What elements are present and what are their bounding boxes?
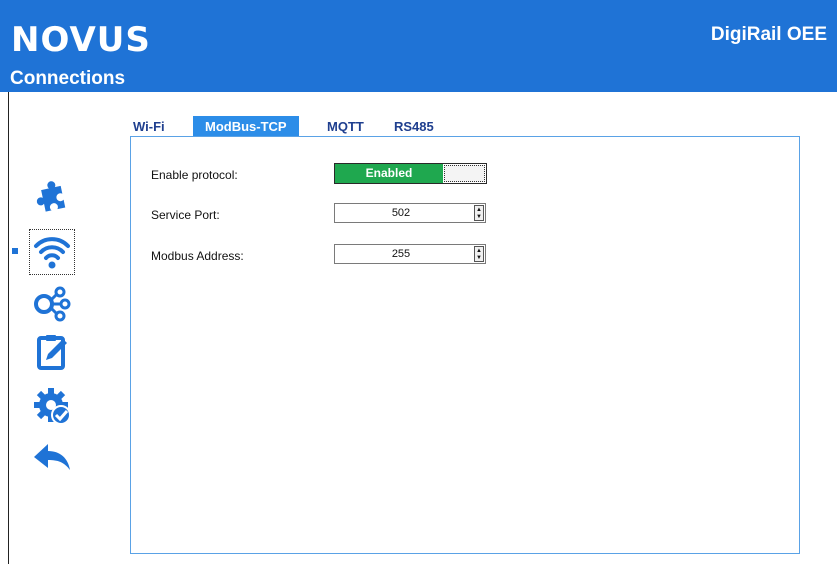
novus-logo: NOVUS	[11, 20, 151, 60]
page-title: Connections	[10, 68, 126, 89]
tab-mqtt[interactable]: MQTT	[327, 116, 364, 137]
enable-protocol-label: Enable protocol:	[151, 168, 238, 182]
modbus-address-value[interactable]: 255	[335, 245, 467, 263]
modbus-address-spinbox[interactable]: 255 ▲ ▼	[334, 244, 486, 264]
increment-arrow-icon[interactable]: ▲	[475, 206, 483, 213]
wifi-icon[interactable]	[29, 229, 75, 275]
puzzle-icon[interactable]	[30, 176, 74, 220]
toggle-knob[interactable]	[444, 165, 485, 182]
share-nodes-icon[interactable]	[30, 280, 74, 324]
modbus-address-label: Modbus Address:	[151, 249, 244, 263]
service-port-value[interactable]: 502	[335, 204, 467, 222]
service-port-stepper[interactable]: ▲ ▼	[474, 205, 484, 221]
clipboard-edit-icon[interactable]	[30, 330, 74, 374]
header-bar: NOVUS Connections DigiRail OEE	[0, 0, 837, 92]
settings-panel	[130, 136, 800, 554]
modbus-address-stepper[interactable]: ▲ ▼	[474, 246, 484, 262]
back-arrow-icon[interactable]	[30, 436, 74, 480]
decrement-arrow-icon[interactable]: ▼	[475, 254, 483, 261]
service-port-spinbox[interactable]: 502 ▲ ▼	[334, 203, 486, 223]
tab-rs485[interactable]: RS485	[394, 116, 434, 137]
enable-protocol-toggle[interactable]: Enabled	[334, 163, 487, 184]
increment-arrow-icon[interactable]: ▲	[475, 247, 483, 254]
selected-marker	[12, 248, 18, 254]
service-port-label: Service Port:	[151, 208, 220, 222]
tab-wifi[interactable]: Wi-Fi	[133, 116, 165, 137]
toggle-state-label: Enabled	[335, 164, 443, 183]
gear-check-icon[interactable]	[30, 384, 74, 428]
decrement-arrow-icon[interactable]: ▼	[475, 213, 483, 220]
product-name: DigiRail OEE	[710, 24, 827, 45]
left-divider	[8, 92, 9, 564]
tab-modbus-tcp[interactable]: ModBus-TCP	[193, 116, 299, 137]
